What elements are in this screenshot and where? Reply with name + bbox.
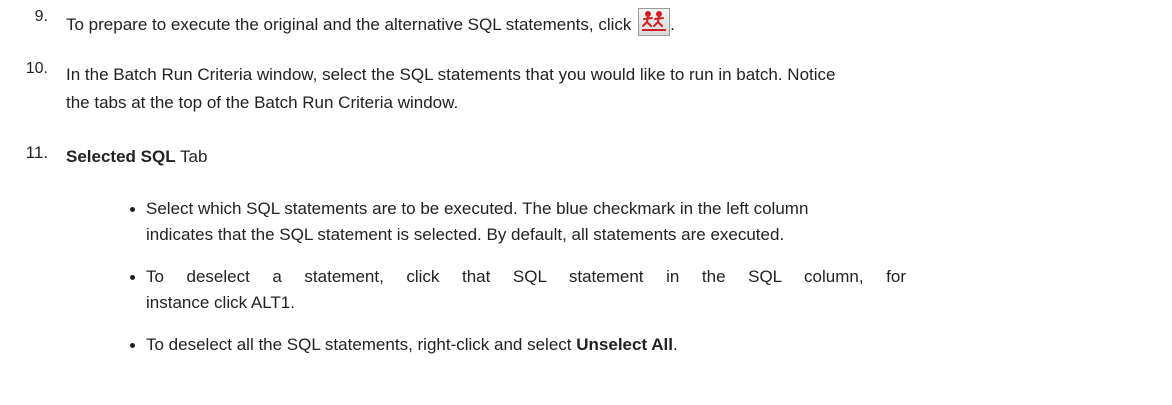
bullet-dot [130, 343, 135, 348]
step-text: To prepare to execute the original and t… [66, 8, 1152, 38]
bullet-3-text: To deselect all the SQL statements, righ… [146, 335, 577, 354]
bullet-1-line-2: indicates that the SQL statement is sele… [146, 225, 785, 244]
bullet-2-line-1-text: To deselect a statement, click that SQL … [146, 267, 906, 286]
batch-run-icon[interactable] [638, 8, 671, 36]
step-10-line-1: In the Batch Run Criteria window, select… [66, 65, 836, 84]
step-10-line-2: the tabs at the top of the Batch Run Cri… [66, 93, 459, 112]
step-number: 10. [25, 60, 48, 77]
tab-suffix: Tab [175, 147, 208, 166]
bullet-dot [130, 207, 135, 212]
step-text: In the Batch Run Criteria window, select… [66, 62, 1152, 116]
bullet-dot [130, 275, 135, 280]
step-9-period: . [670, 15, 675, 34]
step-heading: Selected SQL Tab [66, 144, 1152, 170]
bullet-1-line-1: Select which SQL statements are to be ex… [146, 199, 809, 218]
unselect-all-label: Unselect All [576, 335, 673, 354]
list-item: To deselect all the SQL statements, righ… [130, 332, 1112, 358]
bullet-2-line-2: instance click ALT1. [146, 293, 295, 312]
bullet-2-line-1: To deselect a statement, click that SQL … [146, 264, 906, 290]
list-item: Select which SQL statements are to be ex… [130, 196, 1112, 248]
bullet-3-period: . [672, 335, 678, 354]
step-number: 9. [34, 8, 48, 25]
list-item: To deselect a statement, click that SQL … [130, 264, 1112, 316]
step-number: 11. [25, 143, 48, 162]
step-11-bullets: Select which SQL statements are to be ex… [130, 196, 1112, 358]
step-9-text: To prepare to execute the original and t… [66, 15, 632, 34]
tab-name: Selected SQL [66, 147, 176, 166]
